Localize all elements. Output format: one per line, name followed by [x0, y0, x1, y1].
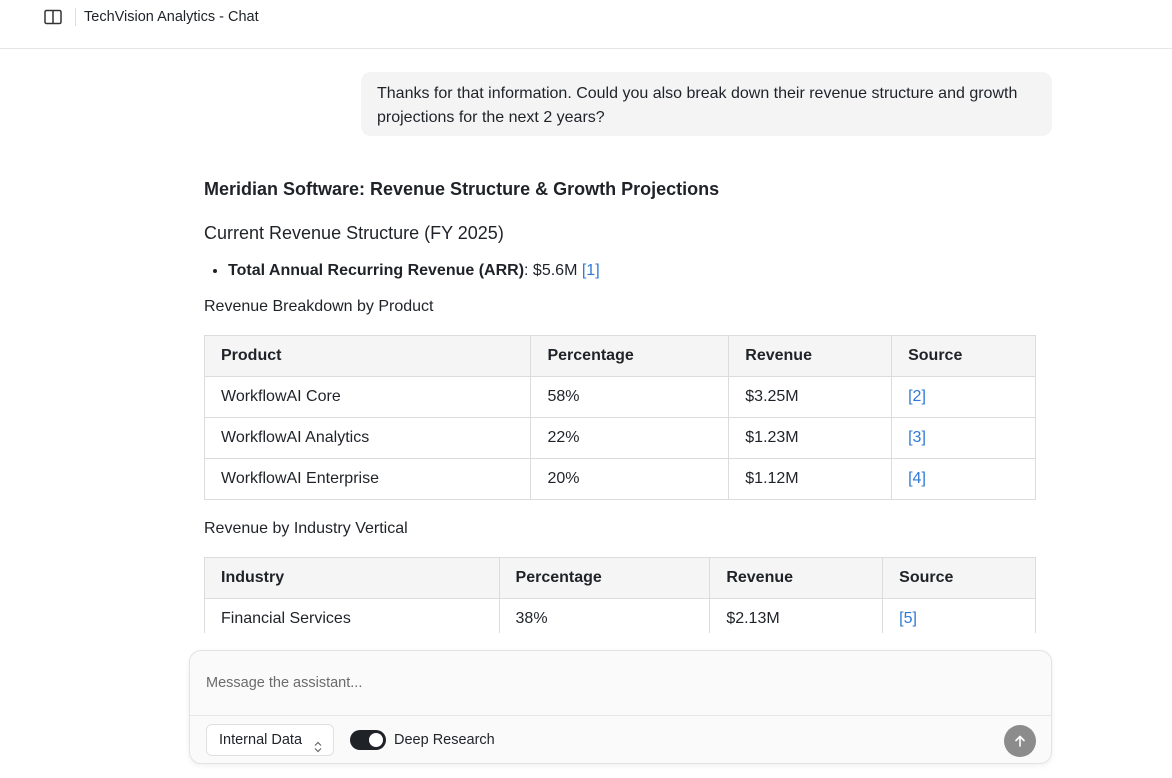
table-row: WorkflowAI Enterprise 20% $1.12M [4] — [203, 458, 1036, 500]
product-revenue-table: Product Percentage Revenue Source Workfl… — [203, 335, 1036, 500]
message-composer: Internal Data Deep Research — [189, 650, 1052, 764]
column-header: Percentage — [530, 335, 730, 377]
table-header-row: Product Percentage Revenue Source — [203, 335, 1036, 377]
deep-research-label: Deep Research — [394, 732, 495, 748]
product-revenue: $3.25M — [728, 376, 893, 418]
product-percentage: 20% — [530, 458, 730, 500]
chat-scroll-area[interactable]: Thanks for that information. Could you a… — [0, 49, 1172, 633]
column-header: Revenue — [728, 335, 893, 377]
product-revenue: $1.23M — [728, 417, 893, 459]
arr-value: : $5.6M — [524, 262, 582, 279]
table-row: WorkflowAI Core 58% $3.25M [2] — [203, 376, 1036, 418]
column-header: Revenue — [709, 557, 884, 599]
table-row: Financial Services 38% $2.13M [5] — [204, 598, 1036, 633]
table-row: WorkflowAI Analytics 22% $1.23M [3] — [203, 417, 1036, 459]
list-item: Total Annual Recurring Revenue (ARR): $5… — [228, 261, 1036, 281]
product-name: WorkflowAI Core — [203, 376, 532, 418]
column-header: Industry — [204, 557, 500, 599]
industry-source: [5] — [882, 598, 1036, 633]
product-name: WorkflowAI Enterprise — [203, 458, 532, 500]
citation-link[interactable]: [5] — [899, 610, 917, 627]
toggle-knob — [369, 733, 383, 747]
top-bar: TechVision Analytics - Chat — [0, 0, 1172, 49]
app-title: TechVision Analytics - Chat — [84, 9, 259, 25]
product-revenue: $1.12M — [728, 458, 893, 500]
send-button[interactable] — [1004, 725, 1036, 757]
citation-link[interactable]: [3] — [908, 429, 926, 446]
industry-name: Financial Services — [204, 598, 500, 633]
industry-revenue: $2.13M — [709, 598, 884, 633]
data-source-select[interactable]: Internal Data — [206, 724, 334, 756]
product-percentage: 58% — [530, 376, 730, 418]
arr-label: Total Annual Recurring Revenue (ARR) — [228, 262, 525, 279]
deep-research-toggle[interactable] — [350, 730, 386, 750]
column-header: Source — [891, 335, 1036, 377]
industry-revenue-table: Industry Percentage Revenue Source Finan… — [204, 557, 1036, 633]
composer-divider — [190, 715, 1051, 716]
assistant-response: Meridian Software: Revenue Structure & G… — [203, 175, 1036, 633]
citation-link[interactable]: [4] — [908, 470, 926, 487]
data-source-value: Internal Data — [219, 732, 303, 748]
bullet-list: Total Annual Recurring Revenue (ARR): $5… — [204, 261, 1036, 281]
sidebar-toggle-icon[interactable] — [44, 9, 62, 25]
product-source: [2] — [891, 376, 1036, 418]
message-input[interactable] — [190, 651, 1051, 715]
citation-link[interactable]: [2] — [908, 388, 926, 405]
column-header: Source — [882, 557, 1036, 599]
industry-section-heading: Revenue by Industry Vertical — [204, 520, 408, 537]
table-header-row: Industry Percentage Revenue Source — [204, 557, 1036, 599]
response-subtitle: Current Revenue Structure (FY 2025) — [204, 223, 504, 243]
product-section-heading: Revenue Breakdown by Product — [204, 298, 434, 315]
product-source: [3] — [891, 417, 1036, 459]
product-percentage: 22% — [530, 417, 730, 459]
chevron-updown-icon — [313, 734, 323, 753]
product-name: WorkflowAI Analytics — [203, 417, 532, 459]
response-title: Meridian Software: Revenue Structure & G… — [204, 179, 720, 199]
column-header: Product — [203, 335, 532, 377]
product-source: [4] — [891, 458, 1036, 500]
topbar-divider — [75, 8, 76, 26]
industry-percentage: 38% — [498, 598, 711, 633]
citation-link[interactable]: [1] — [582, 262, 600, 279]
column-header: Percentage — [498, 557, 711, 599]
arrow-up-icon — [1015, 735, 1025, 747]
user-message-bubble: Thanks for that information. Could you a… — [361, 72, 1052, 136]
